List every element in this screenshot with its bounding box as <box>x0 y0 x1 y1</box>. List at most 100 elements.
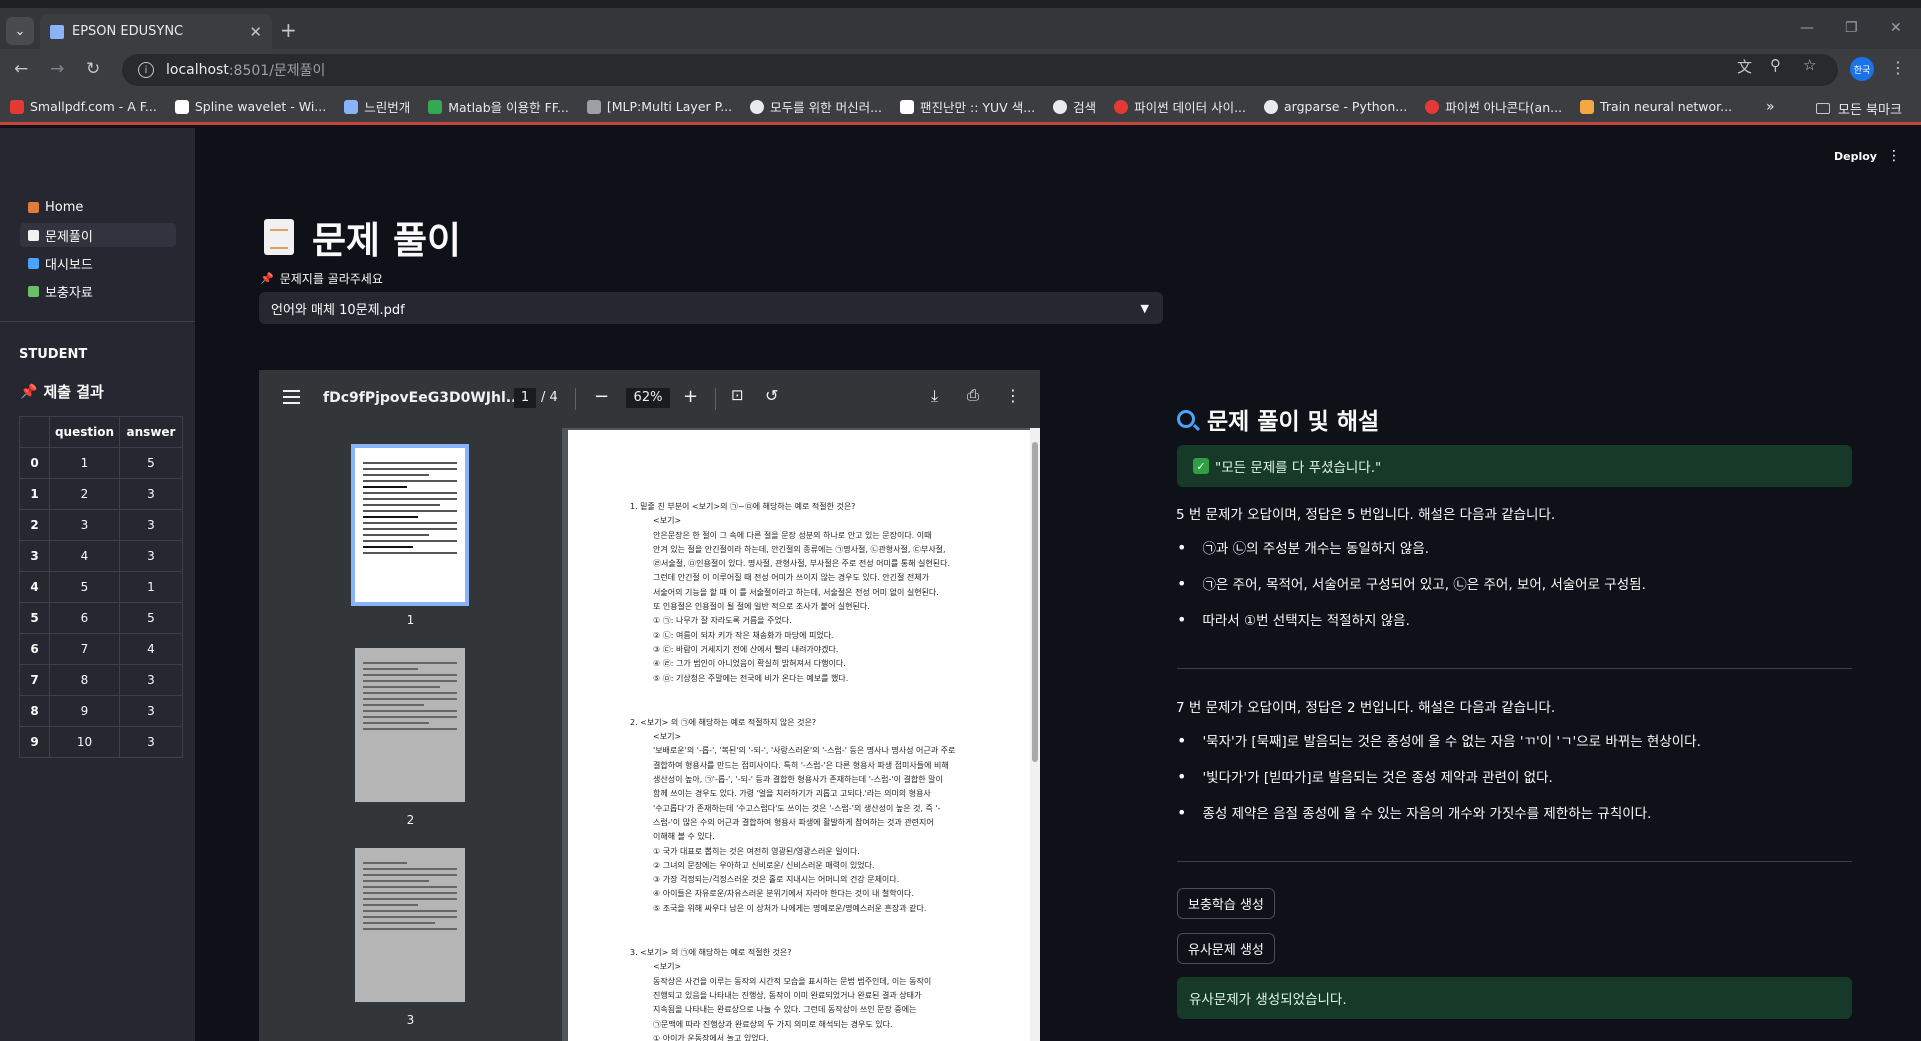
scrollbar-thumb[interactable] <box>1032 442 1038 762</box>
page-thumbnail[interactable] <box>355 848 465 1002</box>
bookmark-item[interactable]: 파이썬 아나콘다(an... <box>1425 97 1562 116</box>
question-line: ② ㉡: 여름이 되자 키가 작은 채송화가 마당에 피었다. <box>653 630 834 640</box>
bookmark-label: Train neural networ... <box>1600 99 1733 114</box>
bookmark-favicon-icon <box>586 99 601 114</box>
bookmark-favicon-icon <box>1425 99 1440 114</box>
similar-generated-text: 유사문제가 생성되었습니다. <box>1189 992 1347 1008</box>
table-header <box>19 416 50 448</box>
forward-icon[interactable]: → <box>50 59 64 79</box>
explanation-bullet: '묵자'가 [묵째]로 발음되는 것은 종성에 올 수 없는 자음 'ㄲ'이 '… <box>1177 730 1700 750</box>
table-cell: 7 <box>49 633 120 665</box>
zoom-in-icon[interactable]: + <box>683 386 698 407</box>
zoom-icon[interactable]: ⚲ <box>1770 56 1781 74</box>
bookmark-favicon-icon <box>750 99 765 114</box>
bookmark-label: 파이썬 아나콘다(an... <box>1445 100 1563 115</box>
similar-generated-alert: 유사문제가 생성되었습니다. <box>1177 977 1852 1019</box>
bookmark-label: 느린번개 <box>364 100 411 115</box>
explanation-intro: 7 번 문제가 오답이며, 정답은 2 번입니다. 해설은 다음과 같습니다. <box>1176 700 1556 716</box>
table-row: 674 <box>19 633 183 665</box>
bookmark-item[interactable]: 모두를 위한 머신러... <box>750 97 882 116</box>
sidebar-item-problem-solving[interactable]: 문제풀이 <box>20 223 176 247</box>
bookmark-item[interactable]: Matlab을 이용한 FF... <box>428 97 569 116</box>
back-icon[interactable]: ← <box>14 59 28 79</box>
bookmark-favicon-icon <box>174 99 189 114</box>
table-cell: 5 <box>119 447 183 479</box>
table-cell: 3 <box>19 540 50 572</box>
bookmark-item[interactable]: 팬진난만 :: YUV 색... <box>900 97 1035 116</box>
pdf-toolbar: fDc9fPjpovEeG3D0WJhl... 1 / 4 − 62% + ⊡ … <box>259 370 1040 428</box>
bookmark-label: 모두를 위한 머신러... <box>770 100 883 115</box>
profile-avatar[interactable]: 한국 <box>1850 57 1874 81</box>
bookmark-item[interactable]: 느린번개 <box>344 97 410 116</box>
minimize-icon[interactable]: — <box>1800 20 1814 36</box>
select-label: 📌 문제지를 골라주세요 <box>260 270 383 287</box>
question-line: 서술어의 기능을 할 때 이 를 서술절이라고 하는데, 서술절은 전성 어미 … <box>653 587 939 597</box>
zoom-level-input[interactable]: 62% <box>626 388 670 408</box>
tab-search-button[interactable]: ⌄ <box>6 17 34 45</box>
bookmark-item[interactable]: [MLP:Multi Layer P... <box>586 99 732 114</box>
tab-close-icon[interactable]: ✕ <box>249 23 262 41</box>
table-cell: 7 <box>19 664 50 696</box>
pdf-scrollbar[interactable] <box>1030 428 1040 1041</box>
menu-icon[interactable] <box>283 390 300 404</box>
url-bar[interactable]: i localhost:8501/문제풀이 <box>122 54 1838 86</box>
table-row: 565 <box>19 602 183 634</box>
browser-tab-bar: ⌄ EPSON EDUSYNC ✕ + — ❐ ✕ <box>0 0 1921 49</box>
print-icon[interactable]: ⎙ <box>967 386 979 404</box>
bookmark-star-icon[interactable]: ☆ <box>1803 56 1816 74</box>
page-thumbnail[interactable] <box>355 648 465 802</box>
explanation-bullet: 종성 제약은 음절 종성에 올 수 있는 자음의 개수와 가짓수를 제한하는 규… <box>1177 802 1651 822</box>
browser-tab[interactable]: EPSON EDUSYNC ✕ <box>40 14 272 49</box>
deploy-button[interactable]: Deploy <box>1834 150 1877 163</box>
question-block: 1. 밑줄 친 부분이 <보기>의 ㉠~㉤에 해당하는 예로 적절한 것은? <… <box>630 500 1010 686</box>
bookmark-favicon-icon <box>900 99 915 114</box>
sidebar-item-supplementary[interactable]: 보충자료 <box>20 279 176 303</box>
solution-title: 문제 풀이 및 해설 <box>1177 402 1379 436</box>
rotate-icon[interactable]: ↺ <box>765 386 778 405</box>
browser-menu-icon[interactable]: ⋮ <box>1890 58 1906 77</box>
table-cell: 4 <box>49 540 120 572</box>
page-thumbnail[interactable] <box>351 444 469 606</box>
table-cell: 2 <box>49 478 120 510</box>
fit-page-icon[interactable]: ⊡ <box>731 386 744 404</box>
site-info-icon[interactable]: i <box>138 62 154 78</box>
download-icon[interactable]: ⤓ <box>931 386 938 406</box>
translate-icon[interactable]: 文 <box>1737 56 1752 77</box>
worksheet-select[interactable]: 언어와 매체 10문제.pdf ▼ <box>259 292 1163 324</box>
pdf-page: 1. 밑줄 친 부분이 <보기>의 ㉠~㉤에 해당하는 예로 적절한 것은? <… <box>568 430 1030 1041</box>
explanation-bullet: ㉠은 주어, 목적어, 서술어로 구성되어 있고, ㉡은 주어, 보어, 서술어… <box>1177 573 1645 593</box>
toolbar-divider <box>575 388 576 410</box>
bookmark-item[interactable]: argparse - Python... <box>1264 99 1407 114</box>
reload-icon[interactable]: ↻ <box>86 59 100 79</box>
window-close-icon[interactable]: ✕ <box>1890 20 1902 36</box>
app-menu-icon[interactable]: ⋮ <box>1887 148 1901 164</box>
bookmarks-bar: Smallpdf.com - A F... Spline wavelet - W… <box>0 91 1921 125</box>
table-header: question <box>49 416 120 448</box>
table-cell: 6 <box>19 633 50 665</box>
bookmark-item[interactable]: Train neural networ... <box>1580 99 1732 114</box>
bookmark-favicon-icon <box>1264 99 1279 114</box>
restore-icon[interactable]: ❐ <box>1845 20 1858 36</box>
sidebar-item-dashboard[interactable]: 대시보드 <box>20 251 176 275</box>
more-bookmarks-icon[interactable]: » <box>1766 99 1775 115</box>
bookmark-item[interactable]: Spline wavelet - Wi... <box>174 99 326 114</box>
bookmark-label: Smallpdf.com - A F... <box>30 99 157 114</box>
page-number-input[interactable]: 1 <box>514 388 536 408</box>
bookmark-item[interactable]: Smallpdf.com - A F... <box>10 99 157 114</box>
question-line: ⑤ ㉤: 기상청은 주말에는 전국에 비가 온다는 예보를 했다. <box>653 673 849 683</box>
sidebar-item-home[interactable]: Home <box>20 195 176 219</box>
bookmark-favicon-icon <box>1580 99 1595 114</box>
bookmark-item[interactable]: 파이썬 데이터 사이... <box>1114 97 1246 116</box>
all-bookmarks-button[interactable]: 모든 북마크 <box>1816 99 1902 118</box>
zoom-out-icon[interactable]: − <box>594 386 609 407</box>
more-options-icon[interactable]: ⋮ <box>1005 386 1021 405</box>
bookmark-item[interactable]: 검색 <box>1053 97 1096 116</box>
table-cell: 4 <box>19 571 50 603</box>
page-icon <box>28 229 39 241</box>
generate-similar-button[interactable]: 유사문제 생성 <box>1177 933 1275 964</box>
generate-supplement-button[interactable]: 보충학습 생성 <box>1177 888 1275 919</box>
new-tab-button[interactable]: + <box>280 18 297 42</box>
thumbnail-label: 1 <box>406 613 415 627</box>
question-line: ㉣서술절, ㉤인용절이 있다. 명사절, 관형사절, 부사절은 주로 전성 어미… <box>653 559 951 569</box>
tab-favicon-icon <box>50 24 64 39</box>
